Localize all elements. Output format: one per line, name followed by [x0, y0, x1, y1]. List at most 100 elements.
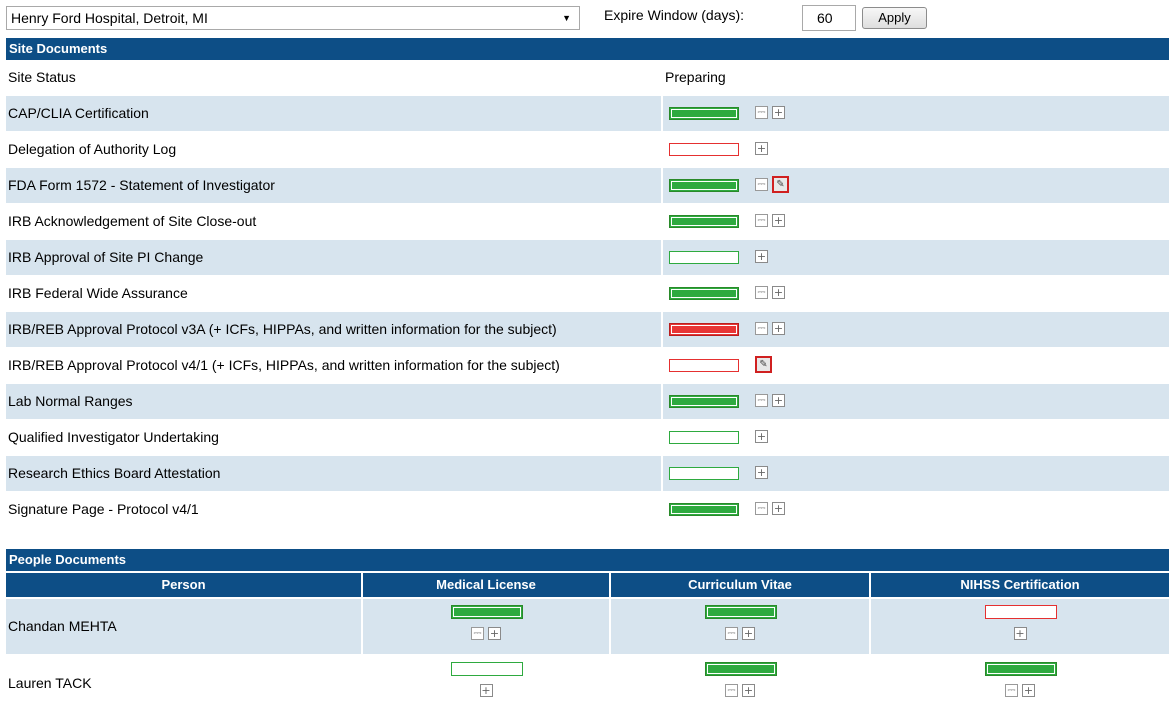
- person-name: Chandan MEHTA: [6, 599, 361, 654]
- site-status-column-label: Site Status: [8, 69, 76, 85]
- site-document-row: IRB/REB Approval Protocol v4/1 (+ ICFs, …: [6, 348, 1169, 384]
- site-document-status-cell: ⎓ +: [663, 96, 1169, 131]
- document-actions: ⎓ +: [755, 394, 789, 410]
- site-document-status-cell: ⎓ +: [663, 204, 1169, 239]
- add-icon[interactable]: +: [755, 430, 768, 443]
- people-column-header: Person: [6, 573, 361, 597]
- site-document-row: IRB Acknowledgement of Site Close-out ⎓ +: [6, 204, 1169, 240]
- site-documents-header: Site Documents: [6, 38, 1169, 60]
- add-icon[interactable]: +: [1013, 627, 1027, 640]
- status-bar[interactable]: [669, 395, 739, 408]
- add-icon[interactable]: +: [488, 627, 501, 640]
- add-icon[interactable]: +: [479, 684, 493, 697]
- status-bar[interactable]: [705, 662, 777, 676]
- people-documents-table: Person Medical License Curriculum Vitae NIH…: [6, 573, 1169, 711]
- site-document-row: IRB Approval of Site PI Change +: [6, 240, 1169, 276]
- apply-button[interactable]: Apply: [862, 7, 927, 29]
- people-column-header: Curriculum Vitae: [609, 573, 869, 597]
- site-document-label: Lab Normal Ranges: [6, 384, 661, 419]
- site-document-status-cell: ⎓ ✎: [663, 168, 1169, 203]
- person-row: Chandan MEHTA ⎓ + ⎓ + +: [6, 599, 1169, 654]
- pdf-icon[interactable]: ⎓: [471, 627, 484, 640]
- site-document-row: Research Ethics Board Attestation +: [6, 456, 1169, 492]
- status-bar[interactable]: [985, 605, 1057, 619]
- person-document-cell: ⎓ +: [361, 599, 609, 654]
- add-icon[interactable]: +: [772, 502, 785, 515]
- pdf-icon[interactable]: ⎓: [755, 502, 768, 515]
- document-actions: ⎓ +: [363, 627, 609, 643]
- person-document-cell: ⎓ +: [869, 656, 1169, 711]
- people-column-header: NIHSS Certification: [869, 573, 1169, 597]
- add-icon[interactable]: +: [772, 322, 785, 335]
- dropdown-arrow-icon: ▼: [562, 13, 571, 23]
- status-bar[interactable]: [669, 215, 739, 228]
- site-document-label: IRB Acknowledgement of Site Close-out: [8, 213, 257, 229]
- add-icon[interactable]: +: [742, 627, 755, 640]
- status-bar[interactable]: [669, 467, 739, 480]
- add-icon[interactable]: +: [1022, 684, 1035, 697]
- document-actions: ✎: [755, 356, 776, 374]
- people-documents-column-header: Person Medical License Curriculum Vitae NIH…: [6, 573, 1169, 597]
- pdf-icon[interactable]: ⎓: [725, 684, 738, 697]
- add-icon[interactable]: +: [755, 466, 768, 479]
- status-bar[interactable]: [669, 359, 739, 372]
- status-bar[interactable]: [669, 503, 739, 516]
- site-document-label: IRB/REB Approval Protocol v4/1 (+ ICFs, …: [8, 357, 560, 373]
- status-bar[interactable]: [669, 143, 739, 156]
- add-icon[interactable]: +: [772, 214, 785, 227]
- expire-window-input[interactable]: 60: [802, 5, 856, 31]
- site-document-label: Signature Page - Protocol v4/1: [8, 501, 199, 517]
- document-actions: ⎓ +: [755, 214, 789, 230]
- add-icon[interactable]: +: [772, 286, 785, 299]
- document-actions: ⎓ +: [611, 627, 869, 643]
- add-icon[interactable]: +: [772, 394, 785, 407]
- pdf-icon[interactable]: ⎓: [755, 106, 768, 119]
- add-icon[interactable]: +: [742, 684, 755, 697]
- document-actions: ⎓ +: [755, 322, 789, 338]
- pdf-icon[interactable]: ⎓: [725, 627, 738, 640]
- pdf-icon[interactable]: ⎓: [755, 394, 768, 407]
- site-document-label: Research Ethics Board Attestation: [6, 456, 661, 491]
- edit-icon[interactable]: ✎: [772, 176, 789, 193]
- add-icon[interactable]: +: [772, 106, 785, 119]
- edit-icon[interactable]: ✎: [755, 356, 772, 373]
- status-bar[interactable]: [451, 662, 523, 676]
- status-bar[interactable]: [985, 662, 1057, 676]
- status-bar[interactable]: [669, 179, 739, 192]
- site-document-status-cell: +: [663, 456, 1169, 491]
- status-bar[interactable]: [451, 605, 523, 619]
- status-bar[interactable]: [669, 287, 739, 300]
- site-document-status-cell: +: [663, 132, 1169, 167]
- status-bar[interactable]: [669, 323, 739, 336]
- add-icon[interactable]: +: [755, 142, 768, 155]
- site-document-label: CAP/CLIA Certification: [6, 96, 661, 131]
- site-document-row: Signature Page - Protocol v4/1 ⎓ +: [6, 492, 1169, 528]
- site-document-label: IRB Approval of Site PI Change: [6, 240, 661, 275]
- person-document-cell: +: [361, 656, 609, 711]
- site-document-label: IRB/REB Approval Protocol v3A (+ ICFs, H…: [6, 312, 661, 347]
- status-bar[interactable]: [669, 251, 739, 264]
- toolbar: Henry Ford Hospital, Detroit, MI ▼ Expir…: [0, 0, 1169, 34]
- people-documents-header: People Documents: [6, 549, 1169, 571]
- document-actions: +: [755, 142, 772, 158]
- site-document-status-cell: ⎓ +: [663, 492, 1169, 527]
- site-select[interactable]: Henry Ford Hospital, Detroit, MI ▼: [6, 6, 580, 30]
- pdf-icon[interactable]: ⎓: [755, 322, 768, 335]
- status-bar[interactable]: [669, 431, 739, 444]
- document-actions: +: [755, 430, 772, 446]
- pdf-icon[interactable]: ⎓: [755, 178, 768, 191]
- pdf-icon[interactable]: ⎓: [755, 214, 768, 227]
- site-document-row: FDA Form 1572 - Statement of Investigato…: [6, 168, 1169, 204]
- add-icon[interactable]: +: [755, 250, 768, 263]
- expire-window-label: Expire Window (days):: [604, 7, 745, 23]
- person-name: Lauren TACK: [8, 675, 92, 691]
- site-document-label: Delegation of Authority Log: [8, 141, 177, 157]
- pdf-icon[interactable]: ⎓: [755, 286, 768, 299]
- status-bar[interactable]: [705, 605, 777, 619]
- status-bar[interactable]: [669, 107, 739, 120]
- document-actions: +: [363, 684, 609, 700]
- preparing-column-label: Preparing: [665, 69, 726, 85]
- site-documents-table: Site Status Preparing CAP/CLIA Certifica…: [6, 60, 1169, 528]
- document-actions: +: [871, 627, 1169, 643]
- pdf-icon[interactable]: ⎓: [1005, 684, 1018, 697]
